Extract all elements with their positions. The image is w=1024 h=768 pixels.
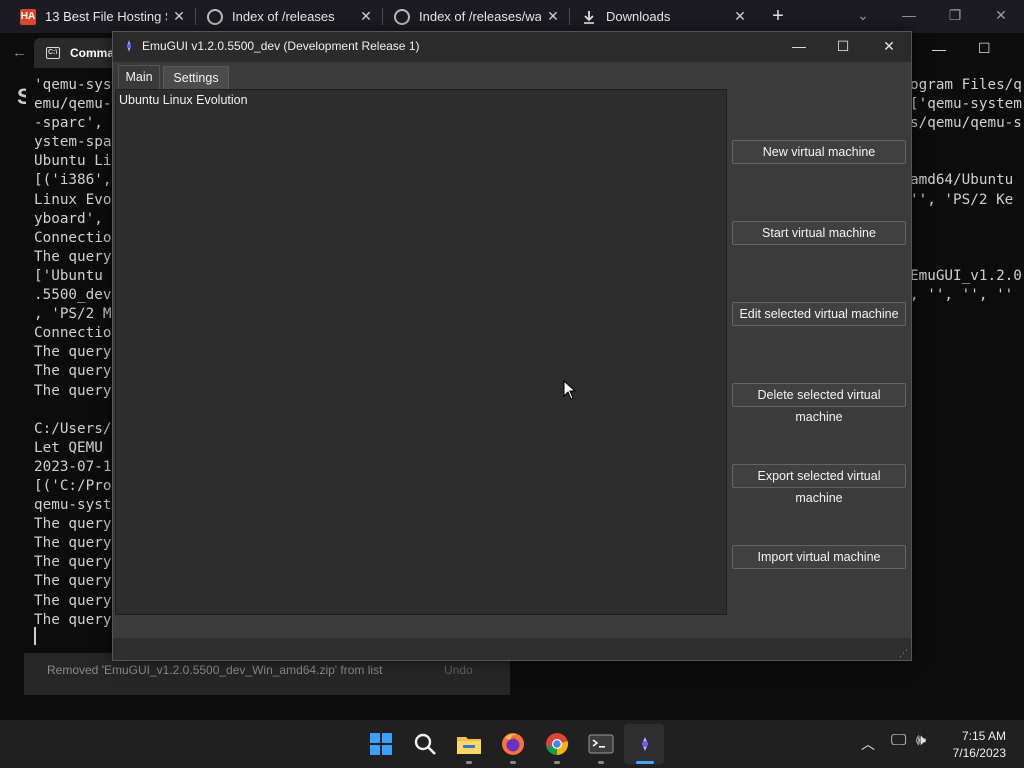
undo-button[interactable]: Undo	[444, 663, 473, 677]
close-tab-icon[interactable]: ✕	[546, 9, 560, 23]
start-vm-button[interactable]: Start virtual machine	[732, 221, 906, 245]
minimize-icon[interactable]: —	[899, 7, 919, 23]
download-icon	[584, 10, 594, 24]
mouse-pointer-icon	[563, 380, 577, 400]
new-vm-button[interactable]: New virtual machine	[732, 140, 906, 164]
windows-start-icon[interactable]	[367, 730, 395, 758]
edit-vm-button[interactable]: Edit selected virtual machine	[732, 302, 906, 326]
window-title: EmuGUI v1.2.0.5500_dev (Development Rele…	[142, 39, 420, 53]
terminal-output-left: 'qemu-sys emu/qemu- -sparc', ystem-spa U…	[34, 77, 112, 628]
restore-icon[interactable]: ❐	[945, 7, 965, 24]
running-indicator	[598, 761, 604, 764]
file-explorer-icon[interactable]	[455, 730, 483, 758]
search-icon[interactable]	[411, 730, 439, 758]
emugui-window: EmuGUI v1.2.0.5500_dev (Development Rele…	[112, 31, 912, 661]
tab-main[interactable]: Main	[118, 65, 160, 90]
volume-icon[interactable]: 🕪	[916, 732, 926, 750]
export-vm-button[interactable]: Export selected virtual machine	[732, 464, 906, 505]
network-icon[interactable]: 🖵	[891, 732, 906, 750]
cmd-maximize-icon[interactable]: ☐	[978, 40, 991, 57]
close-tab-icon[interactable]: ✕	[359, 9, 373, 23]
taskbar: ︿ 🖵 🕪 7:15 AM 7/16/2023	[0, 720, 1024, 768]
browser-tab-file-hosting[interactable]: HA 13 Best File Hosting Se ✕	[20, 0, 186, 33]
delete-vm-button[interactable]: Delete selected virtual machine	[732, 383, 906, 424]
close-icon[interactable]: ✕	[879, 38, 899, 55]
maximize-icon[interactable]: ☐	[833, 38, 853, 55]
clock-time[interactable]: 7:15 AM	[950, 729, 1006, 743]
chrome-icon[interactable]	[543, 730, 571, 758]
tab-list-chevron-icon[interactable]: ⌄	[853, 7, 873, 24]
tray-chevron-up-icon[interactable]: ︿	[861, 734, 875, 754]
running-indicator	[466, 761, 472, 764]
clock-date[interactable]: 7/16/2023	[940, 746, 1006, 760]
close-icon[interactable]: ✕	[991, 7, 1011, 24]
minimize-icon[interactable]: —	[789, 38, 809, 54]
cmd-tab[interactable]: C:\ Comma	[34, 38, 124, 68]
cmd-tab-label: Comma	[70, 46, 115, 60]
active-indicator	[636, 761, 654, 764]
browser-tab-title: 13 Best File Hosting Se	[45, 9, 167, 24]
ha-favicon-icon: HA	[20, 8, 36, 25]
desktop: HA 13 Best File Hosting Se ✕ Index of /r…	[0, 0, 1024, 768]
globe-icon	[394, 8, 410, 25]
running-indicator	[554, 761, 560, 764]
globe-icon	[207, 8, 223, 25]
emugui-app-icon	[127, 40, 131, 52]
download-notice-message: Removed 'EmuGUI_v1.2.0.5500_dev_Win_amd6…	[47, 663, 383, 677]
terminal-icon[interactable]	[587, 730, 615, 758]
vm-list-item[interactable]: Ubuntu Linux Evolution	[119, 93, 248, 107]
close-tab-icon[interactable]: ✕	[733, 9, 747, 23]
browser-tab-title: Downloads	[606, 9, 671, 24]
terminal-output-right: ogram Files/q ['qemu-system s/qemu/qemu-…	[910, 77, 1022, 304]
browser-tab-strip: HA 13 Best File Hosting Se ✕ Index of /r…	[0, 0, 1024, 33]
tab-settings[interactable]: Settings	[163, 66, 229, 90]
emugui-icon[interactable]	[631, 730, 659, 758]
new-tab-icon[interactable]: +	[769, 6, 787, 26]
running-indicator	[510, 761, 516, 764]
browser-tab-releases-wart[interactable]: Index of /releases/wart ✕	[394, 0, 560, 33]
back-arrow-icon[interactable]: ←	[12, 44, 27, 61]
terminal-cursor	[34, 627, 36, 645]
close-tab-icon[interactable]: ✕	[172, 9, 186, 23]
firefox-icon[interactable]	[499, 730, 527, 758]
vm-list[interactable]: Ubuntu Linux Evolution	[115, 89, 727, 615]
emugui-titlebar[interactable]: EmuGUI v1.2.0.5500_dev (Development Rele…	[113, 32, 911, 62]
cmd-minimize-icon[interactable]: —	[932, 41, 946, 57]
status-bar: ⋰	[113, 638, 911, 660]
browser-tab-downloads[interactable]: Downloads ✕	[581, 0, 747, 33]
browser-tab-releases[interactable]: Index of /releases ✕	[207, 0, 373, 33]
browser-tab-title: Index of /releases	[232, 9, 335, 24]
cmd-icon: C:\	[46, 47, 60, 59]
browser-tab-title: Index of /releases/wart	[419, 9, 541, 24]
resize-grip-icon[interactable]: ⋰	[899, 648, 909, 658]
import-vm-button[interactable]: Import virtual machine	[732, 545, 906, 569]
